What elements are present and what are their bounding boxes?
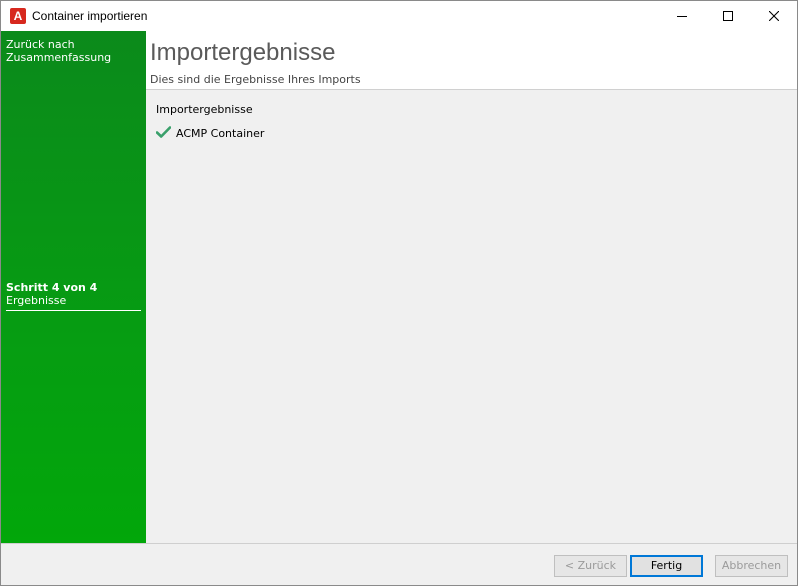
step-counter: Schritt 4 von 4 [6,281,98,294]
result-label: ACMP Container [176,127,265,140]
minimize-button[interactable] [659,1,705,31]
page-subtitle: Dies sind die Ergebnisse Ihres Imports [150,73,361,86]
back-button[interactable]: < Zurück [554,555,627,577]
maximize-button[interactable] [705,1,751,31]
title-bar[interactable]: A Container importieren [1,1,797,31]
window-title: Container importieren [32,9,148,23]
back-to-summary-link[interactable]: Zurück nach Zusammenfassung [6,38,136,64]
finish-button[interactable]: Fertig [630,555,703,577]
app-logo-letter: A [13,9,23,23]
close-icon [769,11,779,21]
step-indicator: Schritt 4 von 4 Ergebnisse [6,281,141,311]
check-icon [156,126,171,138]
close-button[interactable] [751,1,797,31]
import-dialog: A Container importieren Zurück nach Zusa… [0,0,798,586]
wizard-sidebar: Zurück nach Zusammenfassung Schritt 4 vo… [1,31,146,543]
page-header: Importergebnisse Dies sind die Ergebniss… [146,31,797,90]
app-logo-icon: A [10,8,26,24]
results-heading: Importergebnisse [156,103,253,116]
button-bar: < Zurück Fertig Abbrechen [1,543,797,585]
step-name: Ergebnisse [6,294,67,307]
page-title: Importergebnisse [150,39,336,66]
cancel-button[interactable]: Abbrechen [715,555,788,577]
results-panel: Importergebnisse ACMP Container [146,90,797,543]
